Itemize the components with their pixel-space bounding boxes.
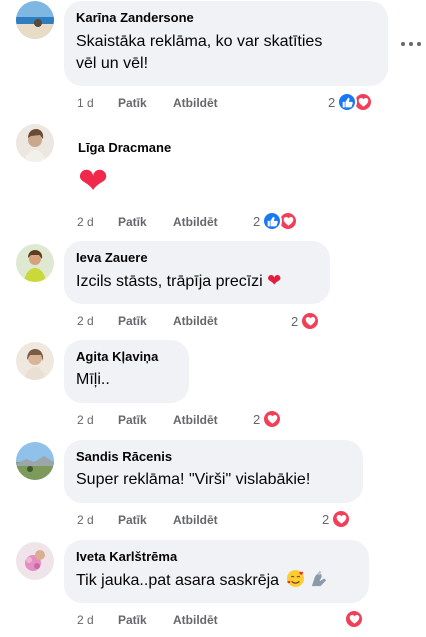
reply-button[interactable]: Atbildēt: [173, 313, 218, 329]
comment-time[interactable]: 2 d: [77, 612, 118, 628]
heart-sticker: ❤: [78, 160, 109, 201]
more-options-icon[interactable]: [401, 36, 421, 52]
comment-bubble: Līga Dracmane ❤: [64, 131, 284, 213]
comment-bubble: Iveta Karlštrēma Tik jauka..pat asara sa…: [64, 540, 369, 603]
comment-time[interactable]: 1 d: [77, 95, 118, 111]
like-button[interactable]: Patīk: [118, 612, 173, 628]
heart-icon: [262, 409, 283, 429]
comment-actions: 2 d Patīk Atbildēt: [77, 214, 218, 230]
avatar[interactable]: [16, 542, 54, 580]
comment-text: Tik jauka..pat asara saskrēja: [76, 569, 357, 592]
heart-icon: [344, 609, 364, 629]
reaction-summary[interactable]: 2: [291, 310, 321, 332]
comment-author[interactable]: Līga Dracmane: [78, 139, 272, 156]
comment-author[interactable]: Agita Kļaviņa: [76, 348, 177, 365]
reply-button[interactable]: Atbildēt: [173, 412, 218, 428]
comment-actions: 1 d Patīk Atbildēt: [77, 95, 218, 111]
reply-button[interactable]: Atbildēt: [173, 214, 218, 230]
comment-text: Mīļi..: [76, 371, 110, 388]
reaction-summary[interactable]: 2: [253, 210, 299, 232]
reaction-count: 2: [253, 411, 261, 427]
heart-icon: [331, 509, 352, 529]
reply-button[interactable]: Atbildēt: [173, 95, 218, 111]
like-button[interactable]: Patīk: [118, 512, 173, 528]
reaction-summary[interactable]: [344, 608, 364, 630]
comment-bubble: Karīna Zandersone Skaistāka reklāma, ko …: [64, 1, 388, 86]
reaction-count: 2: [328, 94, 336, 110]
comment-time[interactable]: 2 d: [77, 412, 118, 428]
like-button[interactable]: Patīk: [118, 412, 173, 428]
reaction-count: 2: [253, 213, 261, 229]
smiling-face-hearts-icon: [286, 569, 305, 588]
thumbs-up-icon: [337, 92, 358, 112]
comment-text-line2: vēl un vēl!: [76, 55, 149, 72]
thumbs-up-icon: [262, 211, 283, 231]
comment-author[interactable]: Sandis Rācenis: [76, 448, 351, 465]
praying-icon: [309, 569, 328, 588]
comment-actions: 2 d Patīk Atbildēt: [77, 612, 218, 628]
heart-icon: [300, 311, 321, 331]
reply-button[interactable]: Atbildēt: [173, 512, 218, 528]
like-button[interactable]: Patīk: [118, 214, 173, 230]
comment-text-content: Izcils stāsts, trāpīja precīzi: [76, 273, 263, 290]
like-button[interactable]: Patīk: [118, 95, 173, 111]
comment-bubble: Agita Kļaviņa Mīļi..: [64, 340, 189, 403]
comment-bubble: Sandis Rācenis Super reklāma! "Virši" vi…: [64, 440, 363, 503]
comment-text: Izcils stāsts, trāpīja precīzi ❤: [76, 270, 318, 293]
reaction-summary[interactable]: 2: [253, 408, 283, 430]
comment-actions: 2 d Patīk Atbildēt: [77, 412, 218, 428]
avatar[interactable]: [16, 244, 54, 282]
comment-author[interactable]: Iveta Karlštrēma: [76, 548, 357, 565]
comment-bubble: Ieva Zauere Izcils stāsts, trāpīja precī…: [64, 241, 330, 304]
comment-author[interactable]: Ieva Zauere: [76, 249, 318, 266]
comment-text: Super reklāma! "Virši" vislabākie!: [76, 471, 311, 488]
heart-emoji-icon: ❤: [267, 271, 282, 290]
avatar[interactable]: [16, 442, 54, 480]
comment-author[interactable]: Karīna Zandersone: [76, 9, 376, 26]
avatar[interactable]: [16, 124, 54, 162]
comment-time[interactable]: 2 d: [77, 214, 118, 230]
reaction-count: 2: [322, 511, 330, 527]
reaction-count: 2: [291, 313, 299, 329]
reaction-summary[interactable]: 2: [328, 91, 374, 113]
comment-text-content: Tik jauka..pat asara saskrēja: [76, 572, 280, 589]
like-button[interactable]: Patīk: [118, 313, 173, 329]
comment-text: Skaistāka reklāma, ko var skatīties: [76, 33, 323, 50]
comment-time[interactable]: 2 d: [77, 313, 118, 329]
comment-time[interactable]: 2 d: [77, 512, 118, 528]
avatar[interactable]: [16, 342, 54, 380]
reaction-summary[interactable]: 2: [322, 508, 352, 530]
avatar[interactable]: [16, 1, 54, 39]
reply-button[interactable]: Atbildēt: [173, 612, 218, 628]
comment-actions: 2 d Patīk Atbildēt: [77, 313, 218, 329]
comment-actions: 2 d Patīk Atbildēt: [77, 512, 218, 528]
